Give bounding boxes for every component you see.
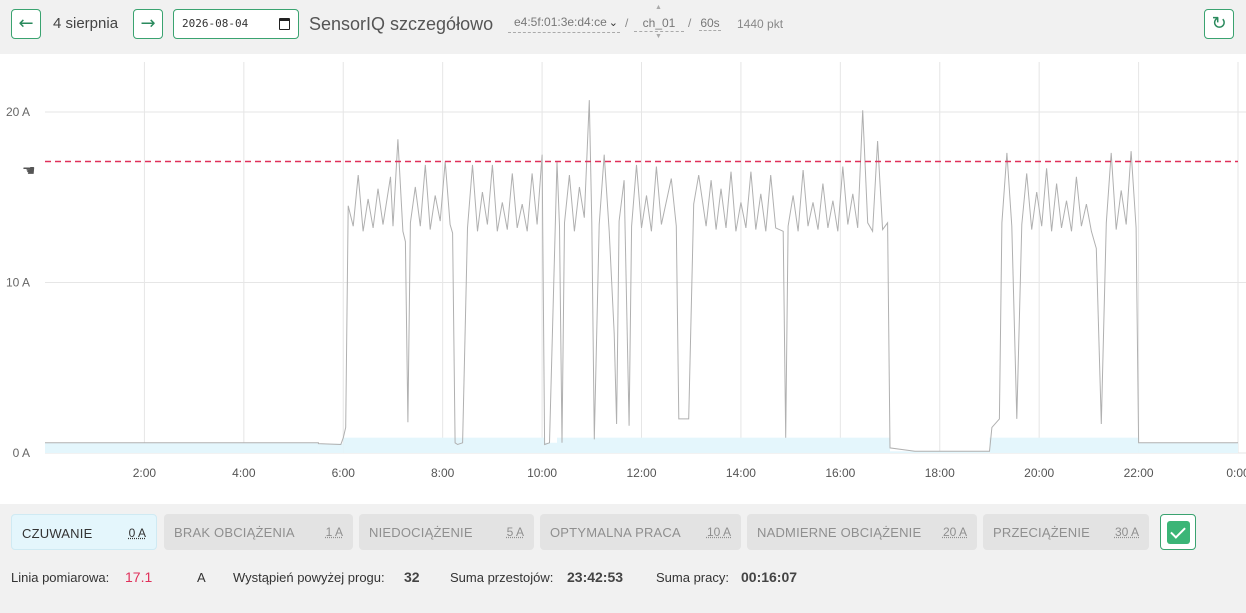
downtime-label: Suma przestojów: [450, 570, 554, 585]
line-label: Linia pomiarowa: [11, 570, 110, 585]
legend-label: PRZECIĄŻENIE [993, 525, 1091, 540]
legend-item-niedociazenie[interactable]: NIEDOCIĄŻENIE 5 A [359, 514, 534, 550]
date-value: 2026-08-04 [182, 17, 249, 30]
device-select[interactable]: e4:5f:01:3e:d4:ce ⌄ [508, 15, 620, 33]
exceed-value: 32 [404, 569, 420, 585]
legend-value: 0 A [128, 526, 146, 540]
arrow-right-icon: → [140, 13, 156, 34]
state-band [343, 437, 545, 453]
x-tick-label: 14:00 [726, 466, 756, 480]
refresh-button[interactable]: ↻ [1204, 9, 1234, 39]
legend-item-czuwanie[interactable]: CZUWANIE 0 A [11, 514, 157, 550]
legend-item-nadmierne-obciazenie[interactable]: NADMIERNE OBCIĄŻENIE 20 A [747, 514, 977, 550]
x-tick-label: 0:00 [1226, 466, 1246, 480]
legend-label: NIEDOCIĄŻENIE [369, 525, 473, 540]
device-value: e4:5f:01:3e:d4:ce [514, 15, 607, 29]
legend-label: NADMIERNE OBCIĄŻENIE [757, 525, 922, 540]
state-band [556, 437, 891, 453]
next-day-button[interactable]: → [133, 9, 163, 39]
state-band [989, 437, 1139, 453]
page-title: SensorIQ szczegółowo [309, 14, 494, 34]
legend-item-przeciazenie[interactable]: PRZECIĄŻENIE 30 A [983, 514, 1149, 550]
legend-value: 10 A [706, 525, 731, 539]
legend-value: 1 A [325, 525, 343, 539]
date-picker-input[interactable]: 2026-08-04 [173, 9, 299, 39]
legend-item-optymalna-praca[interactable]: OPTYMALNA PRACA 10 A [540, 514, 741, 550]
x-tick-label: 10:00 [527, 466, 557, 480]
legend-label: CZUWANIE [22, 526, 93, 541]
drag-handle-icon[interactable]: ☚ [22, 161, 35, 179]
y-tick-label: 20 A [6, 105, 30, 119]
toolbar: ← 4 sierpnia → 2026-08-04 SensorIQ szcze… [0, 0, 1246, 50]
refresh-icon: ↻ [1211, 13, 1227, 34]
x-tick-label: 4:00 [232, 466, 256, 480]
legend-item-brak-obciazenia[interactable]: BRAK OBCIĄŻENIA 1 A [164, 514, 353, 550]
check-icon [1167, 521, 1190, 544]
x-tick-label: 8:00 [431, 466, 455, 480]
separator: / [625, 16, 629, 30]
prev-day-button[interactable]: ← [11, 9, 41, 39]
state-band [318, 443, 344, 453]
chevron-down-icon: ⌄ [608, 17, 618, 29]
legend-value: 20 A [942, 525, 967, 539]
exceed-label: Wystąpień powyżej progu: [233, 570, 385, 585]
chart-svg: ☚ 0 A 10 A 20 A 2:00 4:00 6:00 8:00 10:00 12:00 14… [6, 62, 1246, 480]
work-value: 00:16:07 [741, 569, 798, 585]
x-tick-label: 16:00 [825, 466, 855, 480]
legend-label: OPTYMALNA PRACA [550, 525, 681, 540]
channel-value: ch_01 [642, 16, 676, 30]
state-band [1138, 442, 1238, 453]
work-label: Suma pracy: [656, 570, 729, 585]
channel-input[interactable]: ch_01 [634, 16, 684, 32]
downtime-value: 23:42:53 [567, 569, 624, 585]
stats-bar: Linia pomiarowa: 17.1 A Wystąpień powyże… [0, 565, 1246, 595]
date-label: 4 sierpnia [53, 15, 119, 32]
x-tick-label: 22:00 [1124, 466, 1154, 480]
x-tick-label: 20:00 [1024, 466, 1054, 480]
interval-input[interactable]: 60s [699, 16, 721, 31]
y-tick-label: 10 A [6, 276, 30, 290]
legend-value: 5 A [506, 525, 524, 539]
points-count: 1440 pkt [737, 17, 784, 31]
separator: / [688, 16, 692, 30]
legend-value: 30 A [1114, 525, 1139, 539]
state-band [45, 442, 319, 453]
arrow-left-icon: ← [18, 13, 34, 34]
channel-up-icon[interactable]: ▲ [655, 4, 662, 11]
line-unit: A [197, 570, 206, 585]
x-tick-label: 2:00 [133, 466, 157, 480]
line-value[interactable]: 17.1 [125, 569, 152, 585]
legend-label: BRAK OBCIĄŻENIA [174, 525, 295, 540]
x-tick-label: 18:00 [925, 466, 955, 480]
state-legend: CZUWANIE 0 A BRAK OBCIĄŻENIA 1 A NIEDOCIĄŻ… [0, 510, 1246, 554]
x-tick-label: 6:00 [332, 466, 356, 480]
calendar-icon[interactable] [279, 18, 290, 30]
x-tick-label: 12:00 [626, 466, 656, 480]
channel-down-icon[interactable]: ▼ [655, 33, 662, 40]
toggle-checkbox[interactable] [1160, 514, 1196, 550]
y-tick-label: 0 A [13, 446, 30, 460]
current-chart: ☚ 0 A 10 A 20 A 2:00 4:00 6:00 8:00 10:00 12:00 14… [0, 54, 1246, 504]
